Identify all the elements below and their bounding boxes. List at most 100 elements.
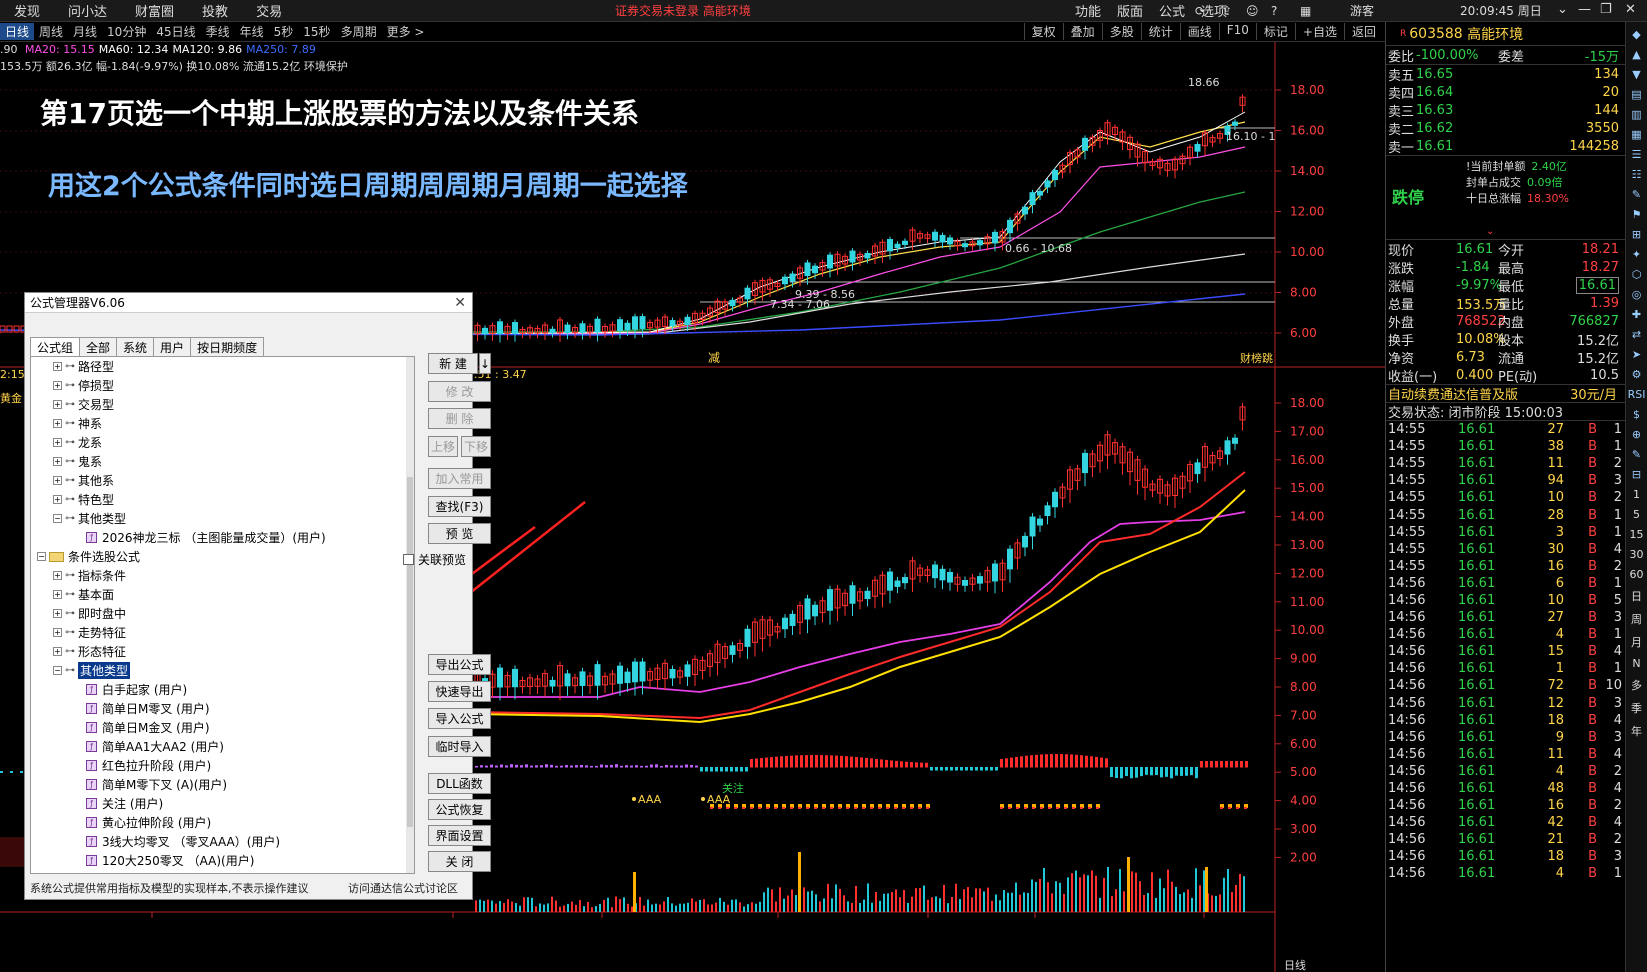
sidebar-tool-icon[interactable]: ⬡ [1632, 268, 1642, 281]
tree-item[interactable]: ƒ 2026神龙三标 （主图能量成交量）(用户) [31, 528, 414, 547]
tree-item[interactable]: ƒ 简单日M金叉 (用户) [31, 718, 414, 737]
dialog-tab[interactable]: 用户 [153, 337, 192, 357]
modify-button[interactable]: 修 改 [428, 381, 491, 402]
period-tab[interactable]: 5秒 [269, 23, 299, 40]
sidebar-tool-icon[interactable]: ⊟ [1632, 468, 1641, 481]
top-menu-item[interactable]: 发现 [0, 1, 54, 20]
expand-icon[interactable]: + [53, 400, 62, 409]
chart-tool-button[interactable]: 画线 [1179, 23, 1219, 40]
collapse-icon[interactable]: − [53, 514, 62, 523]
sidebar-tool-icon[interactable]: ✎ [1632, 448, 1641, 461]
sidebar-tool-icon[interactable]: ▲ [1632, 48, 1640, 61]
tree-scrollbar[interactable] [406, 357, 414, 873]
sidebar-tool-icon[interactable]: RSI [1628, 388, 1646, 401]
add-common-button[interactable]: 加入常用 [428, 468, 491, 489]
top-menu-item[interactable]: 问小达 [54, 1, 121, 20]
right-menu-item[interactable]: 公式 [1159, 1, 1185, 20]
tree-item[interactable]: + ⊶ 基本面 [31, 585, 414, 604]
sidebar-tool-icon[interactable]: ⊕ [1632, 428, 1641, 441]
formula-tree[interactable]: + ⊶ 路径型 + ⊶ 停损型 + ⊶ 交易型 + ⊶ 神系 + ⊶ 龙系 + ⊶ 鬼系 + ⊶ 其他系 + ⊶ 特色型 − ⊶ 其… [30, 356, 415, 874]
chart-tool-button[interactable]: 标记 [1255, 23, 1295, 40]
period-tab[interactable]: 15秒 [298, 23, 335, 40]
close-button[interactable]: 关 闭 [428, 851, 491, 872]
expand-icon[interactable]: + [53, 419, 62, 428]
tree-item[interactable]: + ⊶ 龙系 [31, 433, 414, 452]
tree-item[interactable]: ƒ 关注 (用户) [31, 794, 414, 813]
restore-button[interactable]: 公式恢复 [428, 799, 491, 820]
temp-import-button[interactable]: 临时导入 [428, 736, 491, 757]
collapse-icon[interactable]: − [53, 666, 62, 675]
expand-icon[interactable]: + [53, 362, 62, 371]
menu-down-icon[interactable]: ⌄ [1557, 2, 1568, 17]
period-tab[interactable]: 45日线 [151, 23, 200, 40]
close-icon[interactable]: ✕ [1625, 2, 1636, 17]
lock-icon[interactable]: ⇪ [1222, 4, 1232, 18]
import-button[interactable]: 导入公式 [428, 708, 491, 729]
sidebar-period[interactable]: 5 [1633, 508, 1640, 521]
sidebar-tool-icon[interactable]: ▼ [1632, 68, 1640, 81]
restore-icon[interactable]: ❐ [1600, 2, 1612, 17]
collapse-icon[interactable]: − [37, 552, 46, 561]
sidebar-period[interactable]: 月 [1631, 634, 1642, 650]
period-tab[interactable]: 月线 [68, 23, 102, 40]
new-button[interactable]: 新 建 [428, 353, 478, 374]
sidebar-period[interactable]: 30 [1630, 548, 1644, 561]
user-label[interactable]: 游客 [1350, 2, 1374, 19]
quick-export-button[interactable]: 快速导出 [428, 681, 491, 702]
export-button[interactable]: 导出公式 [428, 654, 491, 675]
tree-item[interactable]: + ⊶ 形态特征 [31, 642, 414, 661]
expand-icon[interactable]: + [53, 571, 62, 580]
forum-link[interactable]: 访问通达信公式讨论区 [348, 880, 458, 896]
sidebar-tool-icon[interactable]: ➤ [1632, 348, 1641, 361]
sidebar-tool-icon[interactable]: ⊞ [1632, 228, 1641, 241]
tree-item[interactable]: + ⊶ 鬼系 [31, 452, 414, 471]
sidebar-tool-icon[interactable]: ⚙ [1632, 368, 1642, 381]
dialog-tab[interactable]: 公式组 [30, 337, 81, 357]
sidebar-period[interactable]: 多 [1631, 677, 1642, 693]
period-tab[interactable]: 更多 > [382, 23, 430, 40]
sidebar-tool-icon[interactable]: ▤ [1631, 88, 1641, 101]
sidebar-period[interactable]: 季 [1631, 700, 1642, 716]
ad-row[interactable]: 自动续费通达信普及版 30元/月 [1386, 384, 1625, 403]
right-menu-item[interactable]: 功能 [1075, 1, 1101, 20]
dialog-tab[interactable]: 系统 [116, 337, 155, 357]
period-tab[interactable]: 年线 [235, 23, 269, 40]
tree-item[interactable]: + ⊶ 即时盘中 [31, 604, 414, 623]
tree-item[interactable]: + ⊶ 神系 [31, 414, 414, 433]
tree-item[interactable]: + ⊶ 路径型 [31, 357, 414, 376]
move-up-button[interactable]: 上移 [428, 436, 458, 457]
tree-item[interactable]: − ⊶ 其他类型 [31, 661, 414, 680]
checkbox-box[interactable] [403, 554, 414, 565]
tree-item[interactable]: ƒ 3线大均零叉 （零叉AAA）(用户) [31, 832, 414, 851]
dialog-tab[interactable]: 全部 [79, 337, 118, 357]
chart-tool-button[interactable]: 返回 [1343, 23, 1383, 40]
login-warning[interactable]: 证券交易未登录 高能环境 [615, 2, 751, 19]
sidebar-tool-icon[interactable]: ☷ [1632, 168, 1642, 181]
top-menu-item[interactable]: 交易 [242, 1, 296, 20]
sidebar-period[interactable]: 日 [1631, 588, 1642, 604]
expand-icon[interactable]: + [53, 609, 62, 618]
tree-item[interactable]: + ⊶ 交易型 [31, 395, 414, 414]
sidebar-tool-icon[interactable]: ⚑ [1632, 208, 1642, 221]
sidebar-tool-icon[interactable]: ☰ [1632, 148, 1642, 161]
help-icon[interactable]: ? [1271, 4, 1277, 18]
sidebar-tool-icon[interactable]: ▥ [1631, 108, 1641, 121]
new-dropdown-icon[interactable]: ↓ [479, 353, 491, 374]
tree-item[interactable]: − ⊶ 其他类型 [31, 509, 414, 528]
period-tab[interactable]: 日线 [0, 23, 35, 40]
sidebar-tool-icon[interactable]: ✚ [1632, 308, 1641, 321]
period-tab[interactable]: 10分钟 [102, 23, 151, 40]
tree-item[interactable]: ƒ 黄心拉伸阶段 (用户) [31, 813, 414, 832]
top-menu-item[interactable]: 财富圈 [121, 1, 188, 20]
tree-item[interactable]: + ⊶ 特色型 [31, 490, 414, 509]
chart-tool-button[interactable]: 多股 [1101, 23, 1141, 40]
sidebar-period[interactable]: 15 [1630, 528, 1644, 541]
preview-button[interactable]: 预 览 [428, 523, 491, 544]
expand-icon[interactable]: + [53, 647, 62, 656]
dialog-tab[interactable]: 按日期频度 [190, 337, 265, 357]
period-tab[interactable]: 多周期 [336, 23, 382, 40]
period-tab[interactable]: 季线 [201, 23, 235, 40]
tree-item[interactable]: ƒ 120大250零叉 （AA)(用户) [31, 851, 414, 870]
grid-icon[interactable]: ▦ [1300, 4, 1311, 18]
chart-tool-button[interactable]: 复权 [1023, 23, 1063, 40]
